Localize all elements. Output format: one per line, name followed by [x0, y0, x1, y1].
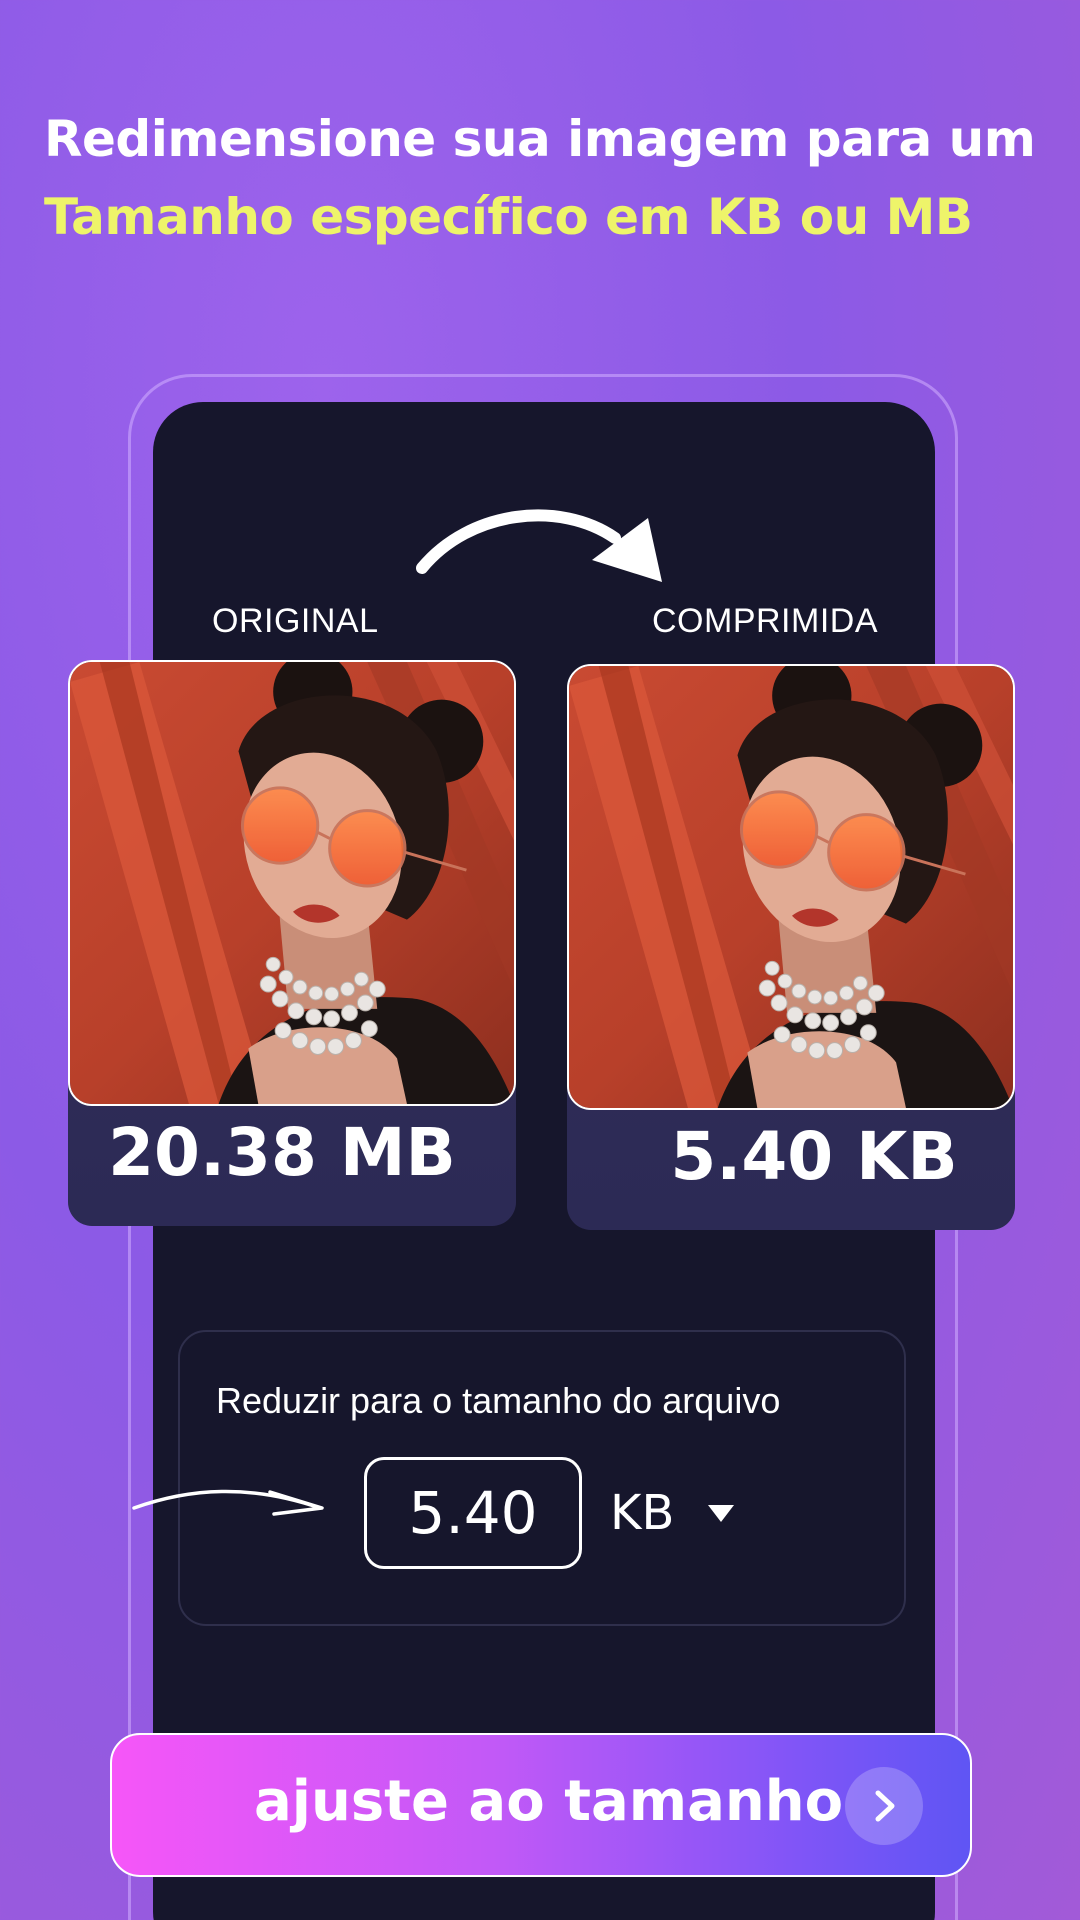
headline: Redimensione sua imagem para um Tamanho …	[44, 100, 1054, 256]
compressed-label: COMPRIMIDA	[652, 602, 878, 640]
reduce-label: Reduzir para o tamanho do arquivo	[216, 1380, 781, 1421]
fit-to-size-button[interactable]: ajuste ao tamanho	[110, 1733, 972, 1877]
original-label: ORIGINAL	[212, 602, 379, 640]
headline-line-2: Tamanho específico em KB ou MB	[44, 188, 973, 246]
unit-label: KB	[610, 1485, 675, 1541]
compressed-card: 5.40 KB	[567, 664, 1015, 1230]
compressed-photo	[567, 664, 1015, 1110]
caret-down-icon	[708, 1504, 735, 1522]
pointer-arrow-icon	[132, 1489, 324, 1516]
original-photo	[68, 660, 516, 1106]
original-card: 20.38 MB	[68, 660, 516, 1226]
unit-dropdown[interactable]: KB	[610, 1480, 735, 1546]
target-size-input[interactable]	[364, 1457, 582, 1569]
chevron-right-icon	[845, 1767, 923, 1845]
original-size: 20.38 MB	[108, 1114, 456, 1191]
curved-arrow-icon	[416, 509, 662, 582]
headline-line-1: Redimensione sua imagem para um	[44, 110, 1036, 168]
compressed-size: 5.40 KB	[670, 1118, 958, 1195]
cta-label: ajuste ao tamanho	[254, 1769, 844, 1834]
